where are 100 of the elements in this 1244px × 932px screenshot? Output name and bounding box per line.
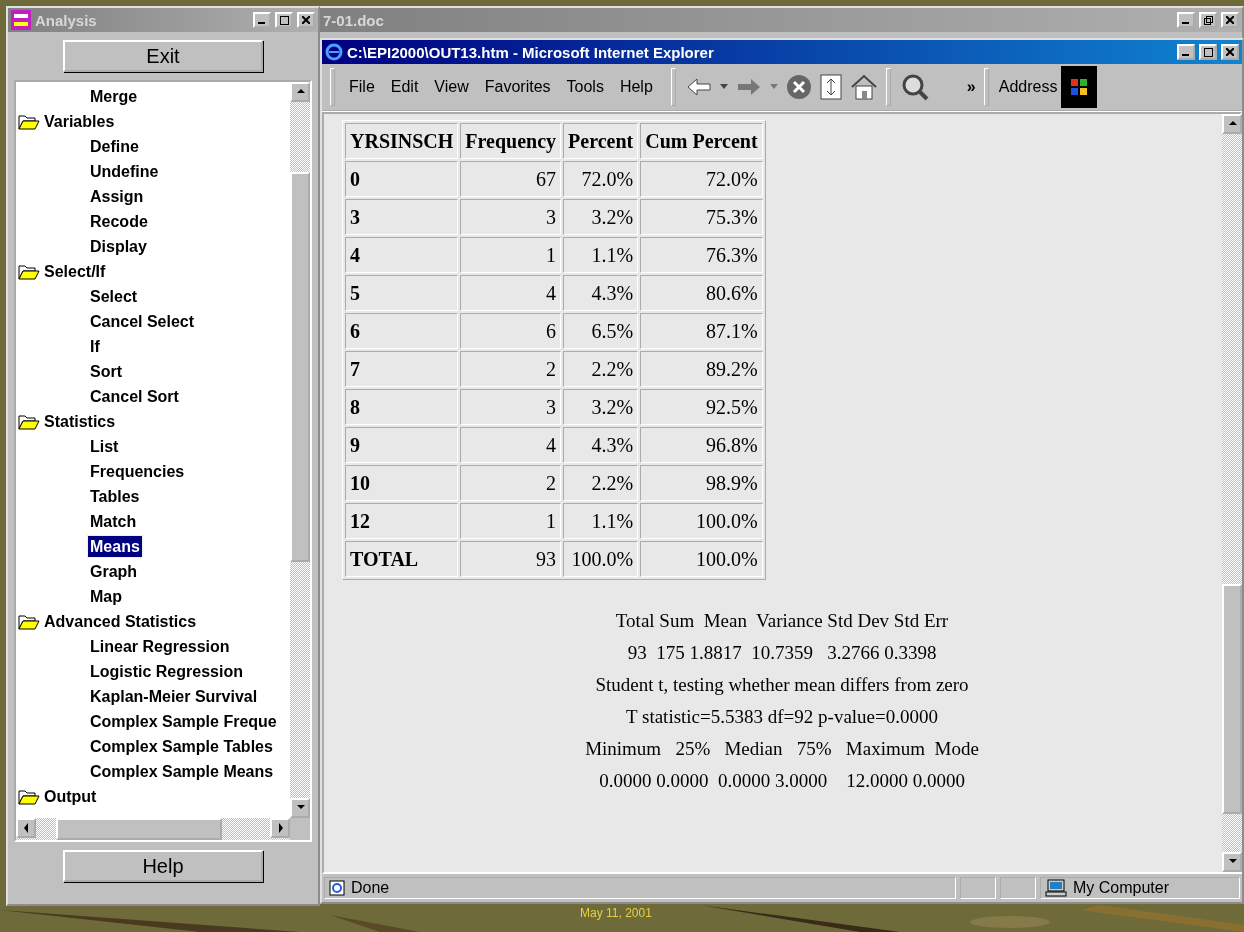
table-cell: 1.1% <box>563 237 639 273</box>
table-cell: 1 <box>460 503 562 539</box>
window-title: C:\EPI2000\OUT13.htm - Microsoft Internet Explorer <box>347 43 715 61</box>
tree-item[interactable]: Define <box>88 136 141 157</box>
tree-item[interactable]: Recode <box>88 211 150 232</box>
table-cell: 3.2% <box>563 389 639 425</box>
tree-item[interactable]: Select <box>88 286 140 307</box>
tree-item[interactable]: Graph <box>88 561 140 582</box>
table-cell: 1.1% <box>563 503 639 539</box>
horizontal-scrollbar[interactable] <box>16 818 290 840</box>
table-cell: 2.2% <box>563 351 639 387</box>
tree-item[interactable]: Means <box>88 536 142 557</box>
tree-item[interactable]: Merge <box>88 86 140 107</box>
minimize-icon[interactable] <box>253 12 271 28</box>
table-cell: 87.1% <box>640 313 763 349</box>
tree-item[interactable]: Complex Sample Tables <box>88 736 275 757</box>
desktop-date-text: May 11, 2001 <box>580 906 652 920</box>
window-title: Analysis <box>35 11 98 29</box>
table-cell: 80.6% <box>640 275 763 311</box>
restore-icon[interactable] <box>1199 12 1217 28</box>
minimize-icon[interactable] <box>1177 44 1195 60</box>
table-cell: 72.0% <box>640 161 763 197</box>
tree-item[interactable]: Logistic Regression <box>88 661 245 682</box>
tree-item[interactable]: Complex Sample Freque <box>88 711 279 732</box>
zone-text: My Computer <box>1040 877 1240 899</box>
table-cell: 76.3% <box>640 237 763 273</box>
close-icon[interactable] <box>1221 44 1239 60</box>
search-icon[interactable] <box>900 73 929 101</box>
minimize-icon[interactable] <box>1177 12 1195 28</box>
table-cell: 7 <box>345 351 459 387</box>
tree-item[interactable]: Cancel Sort <box>88 386 181 407</box>
menu-item[interactable]: View <box>426 78 477 96</box>
address-label: Address <box>997 78 1059 96</box>
tree-item[interactable]: Cancel Select <box>88 311 197 332</box>
tree-item[interactable]: If <box>88 336 102 357</box>
app-logo-icon <box>11 10 31 30</box>
stats-text: Minimum 25% Median 75% Maximum Mode <box>585 738 979 760</box>
menu-item[interactable]: Edit <box>382 78 427 96</box>
exit-button[interactable]: Exit <box>63 40 263 72</box>
tree-folder[interactable]: Select/If <box>16 259 290 284</box>
table-cell: 100.0% <box>640 541 763 577</box>
page-icon <box>329 880 345 896</box>
help-button[interactable]: Help <box>63 850 263 882</box>
stop-icon[interactable] <box>785 74 812 100</box>
menu-item[interactable]: Favorites <box>476 78 559 96</box>
table-cell: TOTAL <box>345 541 459 577</box>
column-header: Frequency <box>460 123 562 159</box>
tree-item[interactable]: Kaplan-Meier Survival <box>88 686 260 707</box>
table-cell: 6.5% <box>563 313 639 349</box>
tree-item[interactable]: Sort <box>88 361 124 382</box>
table-cell: 89.2% <box>640 351 763 387</box>
tree-folder[interactable]: Output <box>16 784 290 809</box>
tree-folder[interactable]: Advanced Statistics <box>16 609 290 634</box>
left-arrow-icon[interactable] <box>21 822 31 834</box>
table-cell: 0 <box>345 161 459 197</box>
table-cell: 2.2% <box>563 465 639 501</box>
tree-item[interactable]: Assign <box>88 186 146 207</box>
maximize-icon[interactable] <box>1199 44 1217 60</box>
tree-item[interactable]: Map <box>88 586 124 607</box>
tree-item[interactable]: Linear Regression <box>88 636 232 657</box>
home-icon[interactable] <box>849 74 878 100</box>
table-cell: 2 <box>460 351 562 387</box>
close-icon[interactable] <box>297 12 315 28</box>
windows-logo-icon <box>1061 66 1098 108</box>
menu-item[interactable]: Help <box>611 78 661 96</box>
maximize-icon[interactable] <box>275 12 293 28</box>
table-cell: 6 <box>460 313 562 349</box>
table-cell: 3.2% <box>563 199 639 235</box>
table-cell: 8 <box>345 389 459 425</box>
tree-folder[interactable]: Statistics <box>16 409 290 434</box>
stats-text: Student t, testing whether mean differs from zero <box>595 674 969 696</box>
close-icon[interactable] <box>1221 12 1239 28</box>
tree-item[interactable]: Complex Sample Means <box>88 761 276 782</box>
tree-folder[interactable]: Variables <box>16 109 290 134</box>
table-cell: 9 <box>345 427 459 463</box>
toolbar-chevron[interactable]: » <box>958 78 984 96</box>
column-header: YRSINSCH <box>345 123 459 159</box>
tree-item[interactable]: Undefine <box>88 161 161 182</box>
scrollbar-corner <box>290 818 310 840</box>
tree-item[interactable]: Tables <box>88 486 142 507</box>
table-cell: 5 <box>345 275 459 311</box>
table-cell: 4.3% <box>563 427 639 463</box>
vertical-scrollbar[interactable] <box>1222 114 1242 872</box>
menu-item[interactable]: Tools <box>558 78 612 96</box>
menu-item[interactable]: File <box>341 78 383 96</box>
tree-item[interactable]: Display <box>88 236 149 257</box>
stats-text: 93 175 1.8817 10.7359 3.2766 0.3398 <box>627 642 937 664</box>
browser-logo-icon <box>325 43 343 61</box>
table-cell: 2 <box>460 465 562 501</box>
tree-item[interactable]: Frequencies <box>88 461 187 482</box>
tree-item[interactable]: List <box>88 436 121 457</box>
refresh-icon[interactable] <box>819 74 842 100</box>
stats-text: Total Sum Mean Variance Std Dev Std Err <box>615 610 949 632</box>
back-arrow-icon[interactable] <box>685 77 712 97</box>
dropdown-caret-icon[interactable] <box>719 84 728 90</box>
table-cell: 4.3% <box>563 275 639 311</box>
column-header: Cum Percent <box>640 123 763 159</box>
tree-item[interactable]: Match <box>88 511 139 532</box>
table-cell: 93 <box>460 541 562 577</box>
vertical-scrollbar[interactable] <box>290 82 310 818</box>
